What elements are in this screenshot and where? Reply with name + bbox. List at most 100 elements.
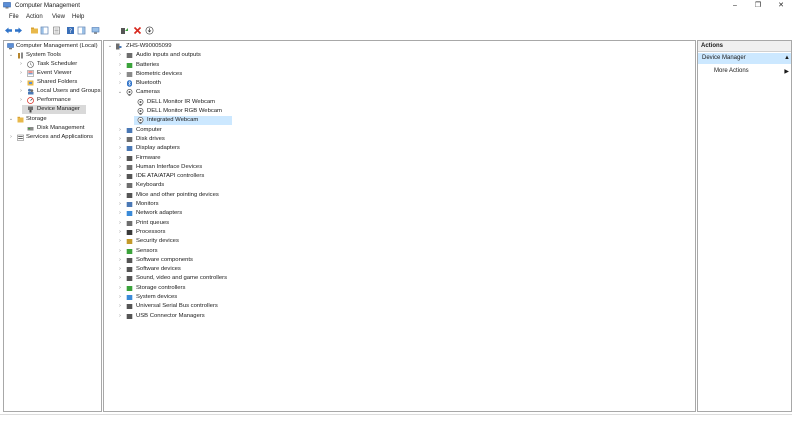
device-category[interactable]: › Batteries: [117, 61, 277, 70]
chevron-down-icon[interactable]: ⌄: [8, 51, 14, 60]
device-item[interactable]: DELL Monitor IR Webcam: [134, 98, 230, 107]
chevron-down-icon[interactable]: ⌄: [117, 88, 123, 97]
properties-icon[interactable]: [52, 26, 61, 35]
device-category[interactable]: › Firmware: [117, 154, 277, 163]
chevron-right-icon[interactable]: ›: [117, 302, 123, 311]
device-category[interactable]: › Human Interface Devices: [117, 163, 277, 172]
system-devices-icon: [126, 295, 133, 300]
tree-item-storage[interactable]: ⌄ Storage: [5, 115, 101, 124]
chevron-right-icon[interactable]: ›: [117, 284, 123, 293]
more-actions-link[interactable]: More Actions: [714, 66, 749, 77]
tree-item-local-users[interactable]: › Local Users and Groups: [5, 87, 101, 96]
device-category[interactable]: › Software components: [117, 256, 277, 265]
up-folder-icon[interactable]: [30, 26, 39, 35]
chevron-right-icon[interactable]: ›: [117, 293, 123, 302]
device-category[interactable]: › Audio inputs and outputs: [117, 51, 277, 60]
device-category[interactable]: › Processors: [117, 228, 277, 237]
device-category[interactable]: ⌄ Cameras: [117, 88, 277, 97]
device-category[interactable]: › Mice and other pointing devices: [117, 191, 277, 200]
chevron-right-icon[interactable]: ›: [117, 172, 123, 181]
device-category[interactable]: › System devices: [117, 293, 277, 302]
device-category[interactable]: › Keyboards: [117, 181, 277, 190]
processor-icon: [126, 229, 133, 235]
device-category[interactable]: › Monitors: [117, 200, 277, 209]
device-category[interactable]: › Sound, video and game controllers: [117, 274, 277, 283]
chevron-right-icon[interactable]: ›: [117, 191, 123, 200]
device-category[interactable]: › Universal Serial Bus controllers: [117, 302, 277, 311]
chevron-right-icon[interactable]: ›: [117, 312, 123, 321]
chevron-right-icon[interactable]: ›: [117, 135, 123, 144]
show-hide-tree-icon[interactable]: [40, 26, 49, 35]
device-category[interactable]: › IDE ATA/ATAPI controllers: [117, 172, 277, 181]
close-button[interactable]: ✕: [770, 1, 792, 11]
collapse-up-icon[interactable]: ▲: [784, 53, 790, 64]
device-category[interactable]: › Storage controllers: [117, 284, 277, 293]
device-item[interactable]: DELL Monitor RGB Webcam: [134, 107, 230, 116]
back-arrow-icon[interactable]: [4, 26, 13, 35]
menu-file[interactable]: File: [9, 14, 19, 20]
device-category[interactable]: › Network adapters: [117, 209, 277, 218]
device-category[interactable]: › USB Connector Managers: [117, 312, 277, 321]
chevron-right-icon[interactable]: ›: [8, 133, 14, 142]
chevron-right-icon[interactable]: ›: [117, 247, 123, 256]
chevron-right-icon[interactable]: ›: [18, 78, 24, 87]
device-category[interactable]: › Disk drives: [117, 135, 277, 144]
chevron-right-icon[interactable]: ›: [18, 96, 24, 105]
device-category[interactable]: › Software devices: [117, 265, 277, 274]
device-category[interactable]: › Computer: [117, 126, 277, 135]
chevron-right-icon[interactable]: ›: [117, 79, 123, 88]
tree-item-performance[interactable]: › Performance: [5, 96, 101, 105]
chevron-down-icon[interactable]: ⌄: [8, 115, 14, 124]
tree-item-task-scheduler[interactable]: › Task Scheduler: [5, 60, 101, 69]
device-category[interactable]: › Print queues: [117, 219, 277, 228]
chevron-right-icon[interactable]: ›: [18, 87, 24, 96]
chevron-right-icon[interactable]: ›: [117, 219, 123, 228]
uninstall-device-icon[interactable]: [133, 26, 142, 35]
chevron-down-icon[interactable]: ⌄: [107, 42, 113, 51]
chevron-right-icon[interactable]: ›: [117, 265, 123, 274]
chevron-right-icon[interactable]: ›: [18, 69, 24, 78]
device-root[interactable]: ⌄ ZHS-W90005099: [105, 42, 225, 51]
device-item[interactable]: Integrated Webcam: [134, 116, 232, 126]
menu-view[interactable]: View: [52, 14, 65, 20]
device-label: USB Connector Managers: [136, 312, 205, 319]
monitor-icon[interactable]: [91, 26, 100, 35]
download-driver-icon[interactable]: [145, 26, 154, 35]
chevron-right-icon[interactable]: ›: [117, 237, 123, 246]
device-category[interactable]: › Bluetooth: [117, 79, 277, 88]
maximize-button[interactable]: ❐: [747, 1, 769, 11]
chevron-right-icon[interactable]: ›: [117, 256, 123, 265]
chevron-right-icon[interactable]: ›: [117, 228, 123, 237]
minimize-button[interactable]: –: [724, 1, 746, 11]
tree-item-root[interactable]: Computer Management (Local): [5, 42, 101, 51]
show-action-pane-icon[interactable]: [77, 26, 86, 35]
menu-action[interactable]: Action: [26, 14, 43, 20]
device-category[interactable]: › Display adapters: [117, 144, 277, 153]
chevron-right-icon[interactable]: ›: [117, 154, 123, 163]
chevron-right-icon[interactable]: ›: [117, 200, 123, 209]
device-category[interactable]: › Security devices: [117, 237, 277, 246]
chevron-right-icon[interactable]: ›: [18, 60, 24, 69]
tree-item-system-tools[interactable]: ⌄ System Tools: [5, 51, 101, 60]
chevron-right-icon[interactable]: ›: [117, 163, 123, 172]
chevron-right-icon[interactable]: ›: [117, 181, 123, 190]
device-category[interactable]: › Sensors: [117, 247, 277, 256]
tree-item-event-viewer[interactable]: › Event Viewer: [5, 69, 101, 78]
tree-item-device-manager[interactable]: Device Manager: [22, 105, 86, 114]
tree-item-shared-folders[interactable]: › Shared Folders: [5, 78, 101, 87]
actions-section-device-manager[interactable]: Device Manager ▲: [698, 53, 791, 64]
chevron-right-icon[interactable]: ›: [117, 51, 123, 60]
chevron-right-icon[interactable]: ›: [117, 70, 123, 79]
device-category[interactable]: › Biometric devices: [117, 70, 277, 79]
menu-help[interactable]: Help: [72, 14, 84, 20]
chevron-right-icon[interactable]: ›: [117, 61, 123, 70]
forward-arrow-icon[interactable]: [14, 26, 23, 35]
chevron-right-icon[interactable]: ›: [117, 274, 123, 283]
tree-item-services[interactable]: › Services and Applications: [5, 133, 101, 142]
chevron-right-icon[interactable]: ›: [117, 126, 123, 135]
tree-item-disk-management[interactable]: Disk Management: [5, 124, 101, 133]
update-driver-icon[interactable]: [120, 26, 129, 35]
chevron-right-icon[interactable]: ›: [117, 144, 123, 153]
help-icon[interactable]: ?: [66, 26, 75, 35]
chevron-right-icon[interactable]: ›: [117, 209, 123, 218]
